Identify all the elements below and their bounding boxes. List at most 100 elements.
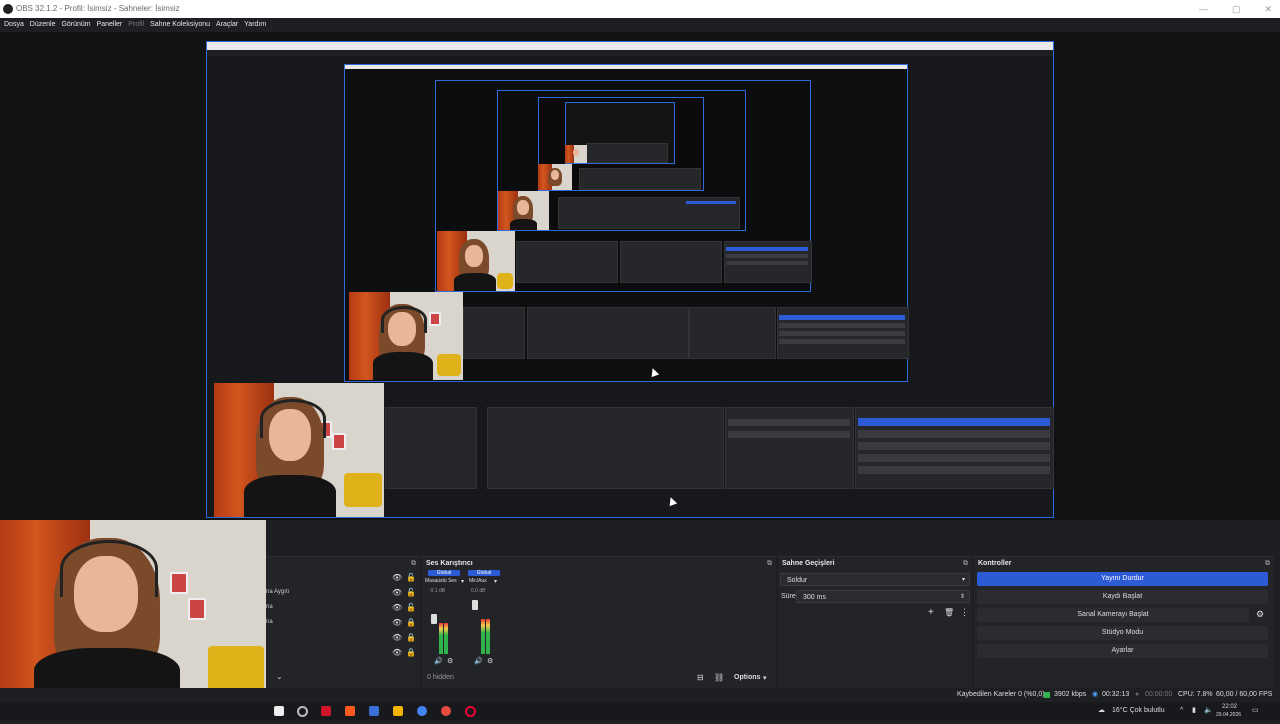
source-item[interactable]: na Aygıtı 👁 🔓 (266, 585, 416, 600)
volume-fader[interactable] (472, 600, 478, 610)
webcam-thumb-3 (437, 231, 515, 291)
lock-icon[interactable]: 🔓 (406, 573, 416, 582)
status-bar: Kaybedilen Kareler 0 (%0,0) 3902 kbps ◉ … (0, 688, 1280, 702)
gear-icon[interactable]: ⚙ (447, 657, 453, 665)
eye-icon[interactable]: 👁 (392, 633, 402, 642)
file-icon[interactable] (274, 706, 284, 716)
stepper-arrows-icon[interactable]: ⇕ (960, 591, 965, 604)
speaker-icon[interactable]: 🔊 (434, 657, 443, 665)
mixer-meter (486, 598, 490, 654)
weather[interactable]: 16°C Çok bulutlu (1112, 702, 1165, 720)
clock-date[interactable]: 29.04.2026 (1216, 706, 1241, 724)
eye-icon[interactable]: 👁 (392, 603, 402, 612)
add-icon[interactable]: + (928, 607, 934, 618)
dock-float-icon[interactable]: ⧉ (963, 560, 968, 568)
dock-float-icon[interactable]: ⧉ (411, 560, 416, 568)
eye-icon[interactable]: 👁 (392, 648, 402, 657)
duration-stepper[interactable]: 300 ms ⇕ (796, 590, 970, 603)
menu-gorunum[interactable]: Görünüm (61, 21, 90, 28)
menu-yardim[interactable]: Yardım (244, 21, 266, 28)
chevron-down-icon[interactable]: ⌄ (276, 672, 283, 681)
weather-icon: ☁ (1098, 707, 1105, 714)
lock-icon[interactable]: 🔓 (406, 603, 416, 612)
stop-streaming-button[interactable]: Yayını Durdur (977, 572, 1268, 586)
taskbar: ☁ 16°C Çok bulutlu ^ ▮ 🔈 22:02 29.04.202… (0, 702, 1280, 720)
mixer-channel-tag: Global (428, 570, 460, 576)
webcam-overlay (0, 520, 266, 702)
menu-sahne-koleksiyonu[interactable]: Sahne Koleksiyonu (150, 21, 210, 28)
volume-icon[interactable]: 🔈 (1204, 702, 1213, 720)
lock-icon[interactable]: 🔓 (406, 588, 416, 597)
source-item[interactable]: na 👁 🔓 (266, 600, 416, 615)
start-virtual-camera-button[interactable]: Sanal Kamerayı Başlat (977, 608, 1249, 622)
window-title: OBS 32.1.2 - Profil: İsimsiz - Sahneler:… (16, 4, 180, 13)
mixer-db: -9.1 dB (429, 588, 446, 594)
dropped-frames: Kaybedilen Kareler 0 (%0,0) (957, 691, 1045, 698)
start-recording-button[interactable]: Kaydı Başlat (977, 590, 1268, 604)
winrar-icon[interactable] (321, 706, 331, 716)
menu-profil[interactable]: Profil (128, 21, 144, 28)
settings-button[interactable]: Ayarlar (977, 644, 1268, 658)
mixer-db: 0.0 dB (471, 588, 486, 594)
more-icon[interactable]: ⋮ (960, 607, 969, 618)
chevron-down-icon[interactable]: ▾ (461, 578, 464, 585)
chevron-down-icon: ▾ (961, 577, 965, 583)
stream-icon: ◉ (1092, 691, 1099, 698)
close-button[interactable]: ✕ (1264, 0, 1272, 18)
mixer-options-button[interactable]: Options (734, 674, 760, 681)
gear-icon[interactable]: ⚙ (1256, 609, 1264, 620)
controls-title: Kontroller (978, 560, 1012, 567)
eye-icon[interactable]: 👁 (392, 618, 402, 627)
duration-value: 300 ms (803, 594, 826, 601)
stream-time: 00:32:13 (1102, 691, 1130, 698)
files-icon[interactable] (369, 706, 379, 716)
menu-bar: Dosya Düzenle Görünüm Paneller Profil Sa… (0, 18, 1280, 32)
bitrate: 3902 kbps (1054, 691, 1087, 698)
mixer-meter (481, 598, 485, 654)
notes-icon[interactable] (393, 706, 403, 716)
maximize-button[interactable]: ▢ (1232, 0, 1241, 18)
network-icon[interactable]: ▮ (1192, 702, 1196, 720)
source-item[interactable]: 👁 🔒 (266, 645, 416, 660)
minimize-button[interactable]: — (1199, 0, 1208, 18)
webcam-thumb-1 (214, 383, 384, 517)
source-item[interactable]: 👁 🔓 (266, 570, 416, 585)
source-item[interactable]: na 👁 🔒 (266, 615, 416, 630)
source-name: na Aygıtı (266, 589, 290, 595)
gear-icon[interactable]: ⚙ (487, 657, 493, 665)
obs-record-icon[interactable] (465, 706, 476, 717)
obs-icon[interactable] (297, 706, 308, 717)
chevron-down-icon[interactable]: ▾ (763, 674, 767, 682)
eye-icon[interactable]: 👁 (392, 588, 402, 597)
tray-chevron-icon[interactable]: ^ (1180, 702, 1183, 720)
record-time: 00:00:00 (1145, 691, 1173, 698)
lock-icon[interactable]: 🔒 (406, 633, 416, 642)
duration-label: Süre (781, 593, 796, 600)
chevron-down-icon[interactable]: ▾ (494, 578, 497, 585)
chrome-icon[interactable] (417, 706, 427, 716)
menu-dosya[interactable]: Dosya (4, 21, 24, 28)
notification-icon[interactable]: ▭ (1252, 702, 1259, 720)
studio-mode-button[interactable]: Stüdyo Modu (977, 626, 1268, 640)
webcam-thumb-2 (349, 292, 463, 380)
mixer-channel-name[interactable]: Masaüstü Ses (425, 578, 457, 584)
speaker-icon[interactable]: 🔊 (474, 657, 483, 665)
layout-icon[interactable]: ⊟ (697, 673, 704, 682)
brave-icon[interactable] (345, 706, 355, 716)
browser-icon[interactable] (441, 706, 451, 716)
menu-paneller[interactable]: Paneller (97, 21, 123, 28)
lock-icon[interactable]: 🔒 (406, 648, 416, 657)
mixer-channel-name[interactable]: Mic/Aux (469, 578, 487, 584)
source-item[interactable]: 👁 🔒 (266, 630, 416, 645)
dock-float-icon[interactable]: ⧉ (767, 560, 772, 568)
transition-type-select[interactable]: Soldur ▾ (780, 573, 970, 586)
volume-fader[interactable] (431, 614, 437, 624)
link-icon[interactable]: ⛓ (714, 673, 724, 682)
source-name: na (266, 604, 273, 610)
lock-icon[interactable]: 🔒 (406, 618, 416, 627)
dock-float-icon[interactable]: ⧉ (1265, 560, 1270, 568)
menu-araclar[interactable]: Araçlar (216, 21, 238, 28)
menu-duzenle[interactable]: Düzenle (30, 21, 56, 28)
trash-icon[interactable]: 🗑 (944, 608, 954, 617)
eye-icon[interactable]: 👁 (392, 573, 402, 582)
